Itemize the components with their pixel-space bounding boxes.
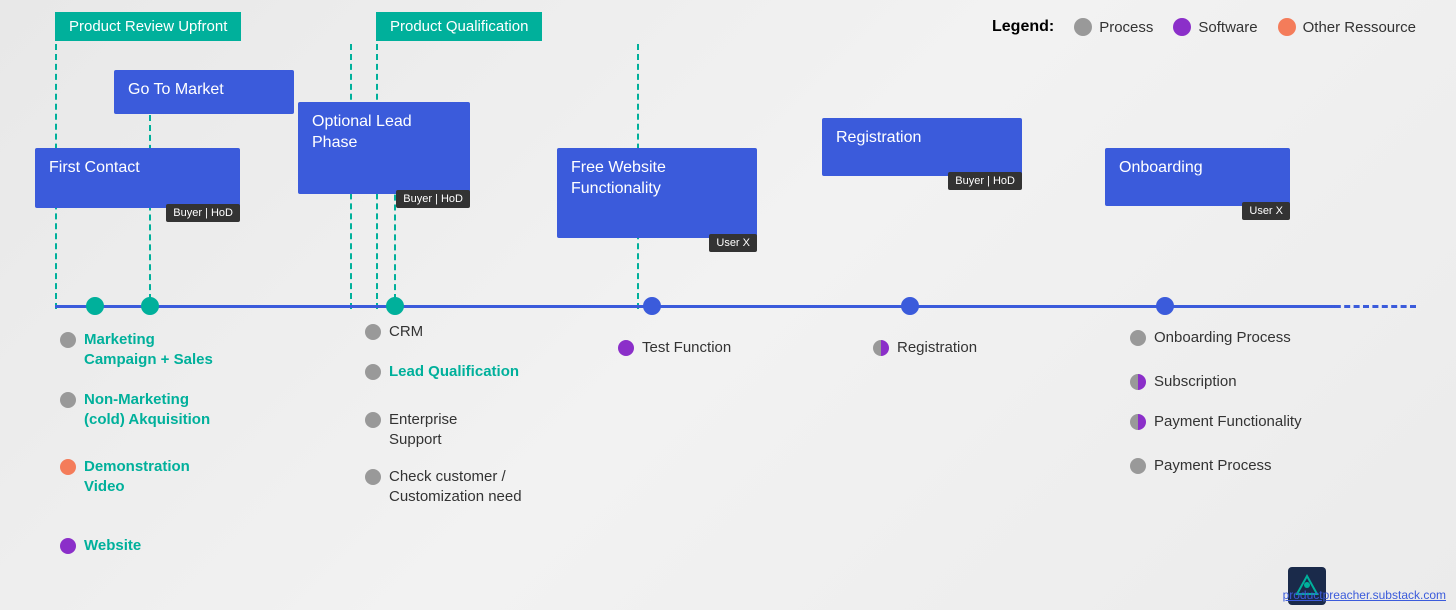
below-crm: CRM [365,322,423,342]
legend: Legend: Process Software Other Ressource [992,18,1416,36]
label-payment-proc: Payment Process [1154,456,1272,476]
process-icon [1074,18,1092,36]
legend-process-label: Process [1099,19,1153,36]
role-badge-onboarding: User X [1242,202,1290,220]
dot-demo-video [60,459,76,475]
label-lead-qual: Lead Qualification [389,362,519,382]
below-subscription: Subscription [1130,372,1237,392]
step-first-contact: First Contact Buyer | HoD [35,148,240,208]
legend-software-label: Software [1198,19,1257,36]
label-non-marketing: Non-Marketing(cold) Akquisition [84,390,210,429]
below-lead-qual: Lead Qualification [365,362,519,382]
legend-other-label: Other Ressource [1303,19,1416,36]
label-onboarding-process: Onboarding Process [1154,328,1291,348]
watermark-url[interactable]: productpreacher.substack.com [1283,588,1446,602]
below-marketing: MarketingCampaign + Sales [60,330,213,369]
dot-website [60,538,76,554]
role-badge-registration: Buyer | HoD [948,172,1022,190]
step-registration: Registration Buyer | HoD [822,118,1022,176]
label-check-customer: Check customer /Customization need [389,467,522,506]
timeline-line [55,305,1336,308]
label-website: Website [84,536,141,556]
below-non-marketing: Non-Marketing(cold) Akquisition [60,390,210,429]
timeline-node-3 [386,297,404,315]
dot-registration [873,340,889,356]
label-enterprise: EnterpriseSupport [389,410,457,449]
label-demo-video: DemonstrationVideo [84,457,190,496]
legend-item-software: Software [1173,18,1257,36]
vdash-5 [149,115,151,310]
dot-onboarding-process [1130,330,1146,346]
below-check-customer: Check customer /Customization need [365,467,522,506]
dot-payment-proc [1130,458,1146,474]
step-go-to-market: Go To Market [114,70,294,114]
step-free-website: Free WebsiteFunctionality User X [557,148,757,238]
legend-item-other: Other Ressource [1278,18,1416,36]
dot-test-function [618,340,634,356]
dot-lead-qual [365,364,381,380]
below-website: Website [60,536,141,556]
label-crm: CRM [389,322,423,342]
step-onboarding: Onboarding User X [1105,148,1290,206]
step-optional-lead: Optional LeadPhase Buyer | HoD [298,102,470,194]
phase-product-review: Product Review Upfront [55,12,241,41]
timeline-node-6 [1156,297,1174,315]
timeline-dashed [1316,305,1416,308]
label-subscription: Subscription [1154,372,1237,392]
timeline-node-5 [901,297,919,315]
timeline-node-4 [643,297,661,315]
role-badge-optional-lead: Buyer | HoD [396,190,470,208]
legend-item-process: Process [1074,18,1153,36]
dot-crm [365,324,381,340]
below-payment-func: Payment Functionality [1130,412,1302,432]
role-badge-first-contact: Buyer | HoD [166,204,240,222]
role-badge-free-website: User X [709,234,757,252]
dot-non-marketing [60,392,76,408]
dot-subscription [1130,374,1146,390]
software-icon [1173,18,1191,36]
phase-product-qualification: Product Qualification [376,12,542,41]
below-enterprise: EnterpriseSupport [365,410,457,449]
label-payment-func: Payment Functionality [1154,412,1302,432]
below-payment-proc: Payment Process [1130,456,1272,476]
label-registration: Registration [897,338,977,358]
dot-check-customer [365,469,381,485]
diagram-container: Legend: Process Software Other Ressource… [0,0,1456,610]
label-marketing: MarketingCampaign + Sales [84,330,213,369]
timeline-node-2 [141,297,159,315]
dot-marketing [60,332,76,348]
other-icon [1278,18,1296,36]
below-demo-video: DemonstrationVideo [60,457,190,496]
dot-payment-func [1130,414,1146,430]
label-test-function: Test Function [642,338,731,358]
timeline-node-1 [86,297,104,315]
below-registration: Registration [873,338,977,358]
below-test-function: Test Function [618,338,731,358]
below-onboarding-process: Onboarding Process [1130,328,1291,348]
legend-title: Legend: [992,18,1054,36]
dot-enterprise [365,412,381,428]
